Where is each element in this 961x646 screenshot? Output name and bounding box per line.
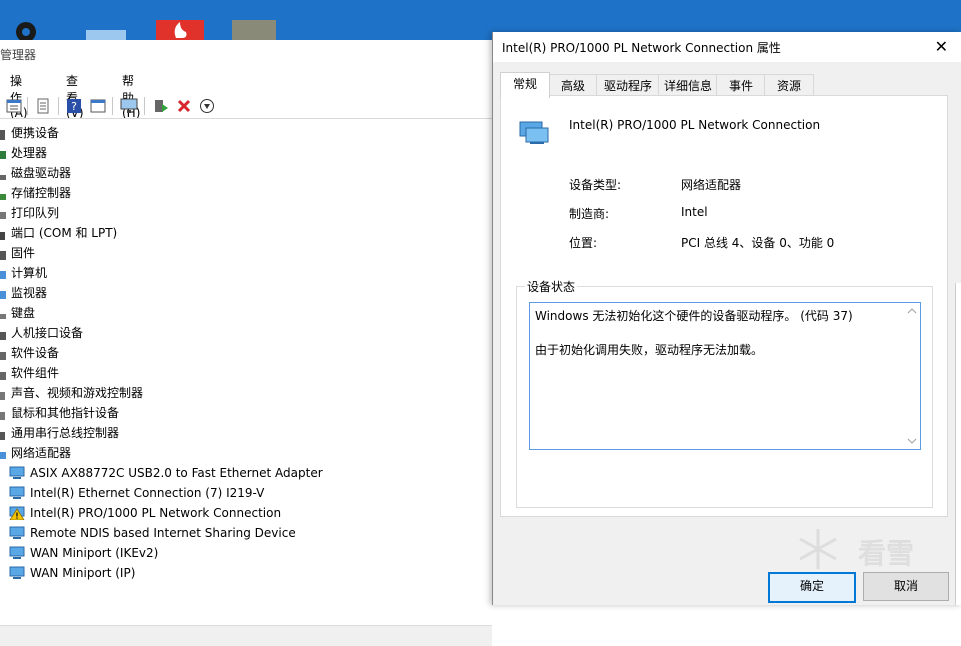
tab-events[interactable]: 事件 xyxy=(716,74,766,97)
ok-button[interactable]: 确定 xyxy=(768,572,856,603)
toolbar: ? xyxy=(0,94,492,119)
image-shortcut-icon[interactable] xyxy=(232,18,280,40)
properties-dialog: Intel(R) PRO/1000 PL Network Connection … xyxy=(492,32,961,605)
cancel-button[interactable]: 取消 xyxy=(863,572,949,601)
location-label: 位置: xyxy=(569,236,598,250)
uninstall-icon[interactable] xyxy=(175,97,193,115)
software-component-icon xyxy=(0,367,7,380)
device-name: Intel(R) PRO/1000 PL Network Connection xyxy=(569,118,821,132)
sound-icon xyxy=(0,387,7,400)
network-adapter-icon xyxy=(9,566,25,580)
network-adapter-icon xyxy=(9,466,25,480)
network-adapter-warning-icon xyxy=(9,506,25,521)
dialog-title: Intel(R) PRO/1000 PL Network Connection … xyxy=(502,41,781,55)
tab-resources[interactable]: 资源 xyxy=(764,74,814,97)
general-tab-panel: Intel(R) PRO/1000 PL Network Connection … xyxy=(500,95,948,517)
watermark: 看雪 xyxy=(788,524,938,574)
monitor-icon[interactable] xyxy=(120,97,138,115)
network-adapter-icon xyxy=(518,117,550,145)
monitor-icon xyxy=(0,287,7,299)
tab-general[interactable]: 常规 xyxy=(500,72,550,98)
software-device-icon xyxy=(0,347,7,360)
tab-driver[interactable]: 驱动程序 xyxy=(596,74,660,97)
help-icon[interactable]: ? xyxy=(65,97,83,115)
keyboard-icon xyxy=(0,307,7,319)
device-status-textbox[interactable]: Windows 无法初始化这个硬件的设备驱动程序。 (代码 37) 由于初始化调… xyxy=(529,302,921,450)
hid-icon xyxy=(0,327,7,340)
firmware-icon xyxy=(0,247,7,260)
fire-app-icon[interactable] xyxy=(156,18,204,40)
enable-device-icon[interactable] xyxy=(152,97,170,115)
vertical-scrollbar[interactable] xyxy=(904,303,920,449)
window-title: 管理器 xyxy=(0,48,37,62)
storage-controller-icon xyxy=(0,187,7,200)
device-manager-window: 管理器 操作(A) 查看(V) 帮助(H) ? xyxy=(0,40,492,646)
network-adapter-icon xyxy=(9,486,25,500)
status-line-1: Windows 无法初始化这个硬件的设备驱动程序。 (代码 37) xyxy=(535,309,853,323)
port-icon xyxy=(0,227,7,240)
network-adapter-icon xyxy=(9,526,25,540)
tab-advanced[interactable]: 高级 xyxy=(548,74,598,97)
device-status-legend: 设备状态 xyxy=(525,278,578,295)
properties-icon[interactable] xyxy=(5,97,23,115)
tab-details[interactable]: 详细信息 xyxy=(658,74,718,97)
device-type-value: 网络适配器 xyxy=(681,178,742,192)
portable-device-icon xyxy=(0,127,7,140)
gear-icon[interactable] xyxy=(4,18,52,42)
network-adapter-icon xyxy=(0,447,7,459)
svg-text:?: ? xyxy=(71,100,77,113)
processor-icon xyxy=(0,147,7,159)
app-shortcut-icon[interactable] xyxy=(82,18,130,40)
manufacturer-label: 制造商: xyxy=(569,207,610,221)
location-value: PCI 总线 4、设备 0、功能 0 xyxy=(681,236,835,250)
computer-icon xyxy=(0,267,7,279)
update-driver-icon[interactable] xyxy=(34,97,52,115)
status-line-2: 由于初始化调用失败，驱动程序无法加载。 xyxy=(535,343,764,357)
network-adapter-icon xyxy=(9,546,25,560)
download-icon[interactable] xyxy=(198,97,216,115)
horizontal-scrollbar[interactable] xyxy=(0,625,492,646)
snowflake-logo-icon xyxy=(799,529,837,569)
manufacturer-value: Intel xyxy=(681,205,708,219)
watermark-text: 看雪 xyxy=(858,537,915,570)
close-icon[interactable]: ✕ xyxy=(935,37,948,56)
dialog-titlebar[interactable]: Intel(R) PRO/1000 PL Network Connection … xyxy=(493,32,961,62)
usb-controller-icon xyxy=(0,427,7,440)
background-window-edge xyxy=(955,283,961,605)
view-icon[interactable] xyxy=(89,97,107,115)
device-status-group: 设备状态 Windows 无法初始化这个硬件的设备驱动程序。 (代码 37) 由… xyxy=(516,278,933,508)
printer-icon xyxy=(0,207,7,219)
mouse-icon xyxy=(0,407,7,420)
disk-drive-icon xyxy=(0,167,7,180)
device-type-label: 设备类型: xyxy=(569,178,622,192)
